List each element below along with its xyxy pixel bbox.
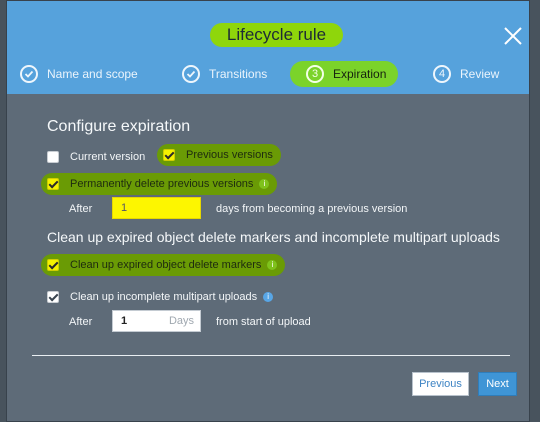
lifecycle-rule-dialog: Lifecycle rule Name and scope Transition… — [6, 0, 530, 422]
previous-versions-checkbox[interactable] — [163, 149, 175, 161]
previous-versions-label: Previous versions — [186, 149, 273, 161]
step-label: Name and scope — [47, 67, 138, 81]
upload-days-input[interactable]: 1 Days — [112, 310, 201, 332]
incomplete-uploads-checkbox[interactable] — [47, 291, 59, 303]
step-transitions[interactable]: Transitions — [182, 61, 267, 87]
cleanup-heading: Clean up expired object delete markers a… — [47, 229, 500, 245]
footer-divider — [32, 355, 510, 356]
days-suffix-label: days from becoming a previous version — [216, 203, 408, 215]
upload-days-value: 1 — [121, 315, 128, 327]
permanently-delete-option[interactable]: Permanently delete previous versions i — [41, 173, 278, 195]
current-version-option[interactable]: Current version — [47, 146, 145, 168]
upload-days-unit: Days — [168, 315, 194, 327]
current-version-label: Current version — [70, 151, 146, 163]
info-icon[interactable]: i — [259, 179, 270, 189]
days-input[interactable]: 1 — [112, 197, 201, 219]
step-label: Transitions — [209, 67, 268, 81]
after-label: After — [69, 203, 93, 215]
step-label: Expiration — [333, 67, 387, 81]
wizard-steps: Name and scope Transitions 3 Expiration … — [7, 61, 529, 87]
step-review[interactable]: 4 Review — [433, 61, 499, 87]
incomplete-uploads-label: Clean up incomplete multipart uploads — [70, 291, 258, 303]
incomplete-uploads-option[interactable]: Clean up incomplete multipart uploads i — [47, 286, 274, 308]
dialog-body: Configure expiration Current version Pre… — [7, 94, 529, 421]
step-number: 4 — [433, 65, 451, 83]
check-circle-icon — [20, 65, 38, 83]
info-icon[interactable]: i — [263, 292, 274, 302]
previous-versions-option[interactable]: Previous versions — [157, 144, 281, 166]
expired-markers-label: Clean up expired object delete markers — [70, 259, 262, 271]
step-number: 3 — [306, 65, 324, 83]
step-name-and-scope[interactable]: Name and scope — [20, 61, 138, 87]
next-button[interactable]: Next — [478, 372, 517, 396]
info-icon[interactable]: i — [267, 260, 278, 270]
upload-after-label: After — [69, 316, 93, 328]
expired-markers-checkbox[interactable] — [47, 259, 59, 271]
current-version-checkbox[interactable] — [47, 151, 59, 163]
dialog-title: Lifecycle rule — [210, 23, 343, 47]
step-expiration[interactable]: 3 Expiration — [290, 61, 399, 87]
upload-suffix-label: from start of upload — [216, 316, 311, 328]
previous-button[interactable]: Previous — [412, 372, 469, 396]
dialog-header: Lifecycle rule Name and scope Transition… — [7, 1, 529, 94]
permanently-delete-checkbox[interactable] — [47, 178, 59, 190]
permanently-delete-label: Permanently delete previous versions — [70, 178, 254, 190]
expired-markers-option[interactable]: Clean up expired object delete markers i — [41, 254, 286, 276]
step-label: Review — [460, 67, 500, 81]
close-icon[interactable] — [502, 25, 524, 47]
configure-expiration-heading: Configure expiration — [47, 118, 191, 135]
check-circle-icon — [182, 65, 200, 83]
